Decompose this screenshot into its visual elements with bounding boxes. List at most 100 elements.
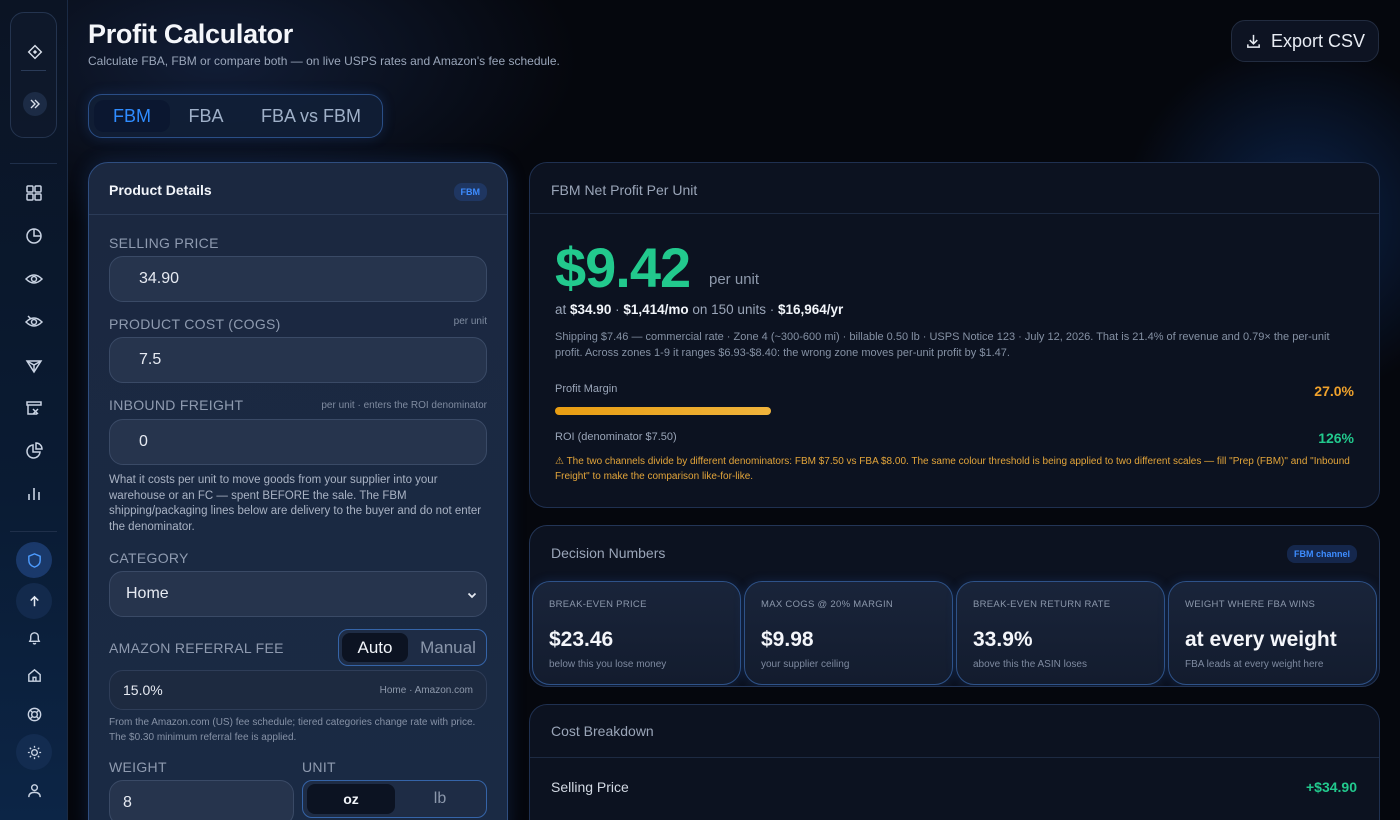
inbound-freight-hint: per unit · enters the ROI denominator bbox=[321, 400, 487, 411]
cogs-input[interactable]: 7.5 bbox=[109, 337, 487, 383]
panel-header: Product Details FBM bbox=[89, 163, 507, 215]
channel-badge: FBM bbox=[453, 183, 487, 201]
roi-value: 126% bbox=[1318, 430, 1354, 446]
page-title: Profit Calculator bbox=[88, 19, 293, 49]
summary-monthly: $1,414/mo bbox=[623, 302, 689, 317]
card-sub: below this you lose money bbox=[549, 659, 667, 670]
export-csv-label: Export CSV bbox=[1270, 30, 1366, 51]
net-profit-title: FBM Net Profit Per Unit bbox=[551, 182, 698, 198]
referral-auto-option[interactable]: Auto bbox=[342, 633, 408, 662]
breakdown-row-value: +$34.90 bbox=[1306, 779, 1357, 795]
referral-fee-note: From the Amazon.com (US) fee schedule; t… bbox=[109, 717, 476, 743]
summary-at: at bbox=[555, 302, 567, 317]
user-icon[interactable] bbox=[16, 772, 52, 808]
card-key: MAX COGS @ 20% MARGIN bbox=[761, 599, 894, 610]
arrow-up-icon[interactable] bbox=[16, 583, 52, 619]
bar-chart-icon[interactable] bbox=[0, 479, 68, 509]
cost-breakdown-panel: Cost Breakdown Selling Price +$34.90 bbox=[529, 704, 1380, 820]
diamond-icon[interactable] bbox=[11, 37, 58, 67]
profit-margin-label: Profit Margin bbox=[555, 383, 618, 395]
sidebar bbox=[0, 0, 68, 820]
expand-icon[interactable] bbox=[11, 89, 58, 119]
mode-tabs: FBM FBA FBA vs FBM bbox=[88, 94, 383, 138]
net-profit-panel: FBM Net Profit Per Unit $9.42 per unit a… bbox=[529, 162, 1380, 508]
decision-numbers-title: Decision Numbers bbox=[551, 545, 666, 561]
unit-oz-option[interactable]: oz bbox=[307, 784, 395, 814]
summary-line: at $34.90 · $1,414/mo on 150 units · $16… bbox=[555, 302, 844, 317]
break-even-return-card: BREAK-EVEN RETURN RATE 33.9% above this … bbox=[956, 581, 1165, 685]
inbound-freight-note: What it costs per unit to move goods fro… bbox=[109, 474, 482, 533]
category-label: CATEGORY bbox=[109, 550, 189, 566]
roi-label: ROI (denominator $7.50) bbox=[555, 431, 677, 443]
tab-fba[interactable]: FBA bbox=[174, 100, 238, 132]
sidebar-divider bbox=[10, 163, 57, 164]
denominator-warning: ⚠ The two channels divide by different d… bbox=[555, 456, 1350, 482]
cogs-hint: per unit bbox=[453, 316, 487, 327]
inbound-freight-input[interactable]: 0 bbox=[109, 419, 487, 465]
selling-price-label: SELLING PRICE bbox=[109, 235, 219, 251]
per-unit-label: per unit bbox=[709, 271, 760, 288]
referral-manual-option[interactable]: Manual bbox=[413, 633, 483, 662]
download-icon bbox=[1245, 33, 1262, 50]
unit-label: UNIT bbox=[302, 759, 336, 775]
panel-title: Product Details bbox=[109, 182, 212, 198]
unit-lb-option[interactable]: lb bbox=[397, 784, 483, 814]
cost-breakdown-title: Cost Breakdown bbox=[551, 723, 654, 739]
bell-icon[interactable] bbox=[16, 619, 52, 655]
weight-label: WEIGHT bbox=[109, 759, 167, 775]
panel-header bbox=[530, 705, 1379, 758]
box-icon[interactable] bbox=[0, 393, 68, 423]
referral-fee-field[interactable]: 15.0% Home · Amazon.com bbox=[109, 670, 487, 710]
max-cogs-card: MAX COGS @ 20% MARGIN $9.98 your supplie… bbox=[744, 581, 953, 685]
lifebuoy-icon[interactable] bbox=[16, 696, 52, 732]
card-value: $23.46 bbox=[549, 628, 614, 651]
referral-fee-label: AMAZON REFERRAL FEE bbox=[109, 640, 284, 656]
fba-wins-weight-card: WEIGHT WHERE FBA WINS at every weight FB… bbox=[1168, 581, 1377, 685]
category-value: Home bbox=[126, 585, 169, 602]
card-value: 33.9% bbox=[973, 628, 1033, 651]
tab-fba-vs-fbm[interactable]: FBA vs FBM bbox=[247, 100, 375, 132]
inbound-freight-label: INBOUND FREIGHT bbox=[109, 397, 244, 413]
summary-price: $34.90 bbox=[570, 302, 612, 317]
sidebar-top-separator bbox=[21, 70, 46, 71]
pie-chart-icon[interactable] bbox=[0, 221, 68, 251]
sidebar-top-group bbox=[10, 12, 57, 138]
cogs-label: PRODUCT COST (COGS) bbox=[109, 316, 281, 332]
card-key: BREAK-EVEN RETURN RATE bbox=[973, 599, 1111, 610]
referral-fee-value: 15.0% bbox=[123, 682, 163, 698]
card-key: BREAK-EVEN PRICE bbox=[549, 599, 647, 610]
page-subtitle: Calculate FBA, FBM or compare both — on … bbox=[88, 54, 560, 68]
shipping-detail: Shipping $7.46 — commercial rate · Zone … bbox=[555, 331, 1330, 359]
tab-fbm[interactable]: FBM bbox=[94, 100, 170, 132]
eye-icon[interactable] bbox=[0, 264, 68, 294]
sidebar-divider bbox=[10, 531, 57, 532]
shield-icon[interactable] bbox=[16, 542, 52, 578]
decision-numbers-panel: Decision Numbers FBM channel BREAK-EVEN … bbox=[529, 525, 1380, 687]
home-icon[interactable] bbox=[16, 657, 52, 693]
eye-slash-icon[interactable] bbox=[0, 307, 68, 337]
weight-input[interactable]: 8 bbox=[109, 780, 294, 820]
summary-units: on 150 units · bbox=[692, 302, 775, 317]
card-sub: FBA leads at every weight here bbox=[1185, 659, 1324, 670]
category-select[interactable]: Home bbox=[109, 571, 487, 617]
selling-price-input[interactable]: 34.90 bbox=[109, 256, 487, 302]
product-details-panel: Product Details FBM SELLING PRICE 34.90 … bbox=[88, 162, 508, 820]
break-even-price-card: BREAK-EVEN PRICE $23.46 below this you l… bbox=[532, 581, 741, 685]
gem-icon[interactable] bbox=[0, 350, 68, 380]
referral-mode-toggle: Auto Manual bbox=[338, 629, 487, 666]
card-sub: above this the ASIN loses bbox=[973, 659, 1087, 670]
pie-icon[interactable] bbox=[0, 436, 68, 466]
card-sub: your supplier ceiling bbox=[761, 659, 850, 670]
sun-icon[interactable] bbox=[16, 734, 52, 770]
export-csv-button[interactable]: Export CSV bbox=[1231, 20, 1379, 62]
net-profit-value: $9.42 bbox=[555, 236, 691, 299]
unit-toggle: oz lb bbox=[302, 780, 487, 818]
referral-fee-source: Home · Amazon.com bbox=[379, 684, 473, 696]
profit-margin-value: 27.0% bbox=[1314, 383, 1354, 399]
breakdown-row-label: Selling Price bbox=[551, 779, 629, 795]
summary-yearly: $16,964/yr bbox=[777, 302, 844, 317]
card-value: $9.98 bbox=[761, 628, 814, 651]
channel-badge: FBM channel bbox=[1286, 545, 1357, 563]
profit-margin-bar bbox=[555, 407, 771, 415]
grid-icon[interactable] bbox=[0, 178, 68, 208]
